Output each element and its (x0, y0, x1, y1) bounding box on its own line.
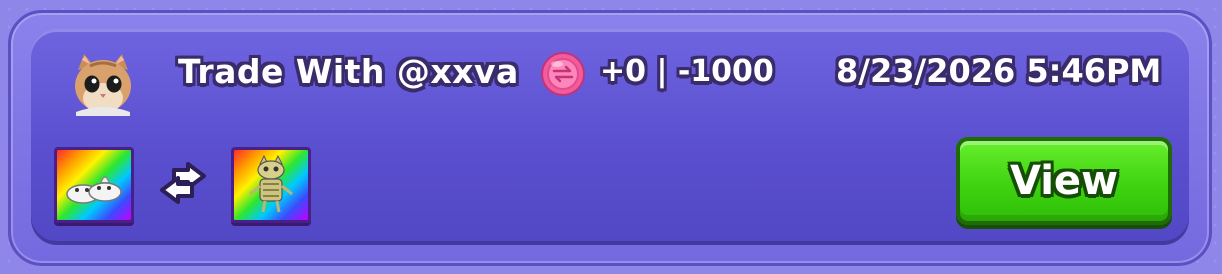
currency-delta: +0 | -1000 (600, 54, 774, 89)
received-item-tile[interactable] (231, 147, 311, 223)
swap-arrows-icon (152, 160, 214, 208)
view-button-label: View (1009, 158, 1119, 204)
trade-datetime: 8/23/2026 5:46PM (836, 52, 1162, 90)
white-slippers-icon (66, 176, 122, 204)
golden-robot-cat-icon (249, 154, 293, 213)
view-button[interactable]: View (956, 137, 1172, 225)
cat-avatar-icon (70, 52, 136, 116)
given-item-tile[interactable] (54, 147, 134, 223)
pink-coin-icon (540, 51, 586, 97)
trade-title: Trade With @xxva (178, 52, 519, 91)
